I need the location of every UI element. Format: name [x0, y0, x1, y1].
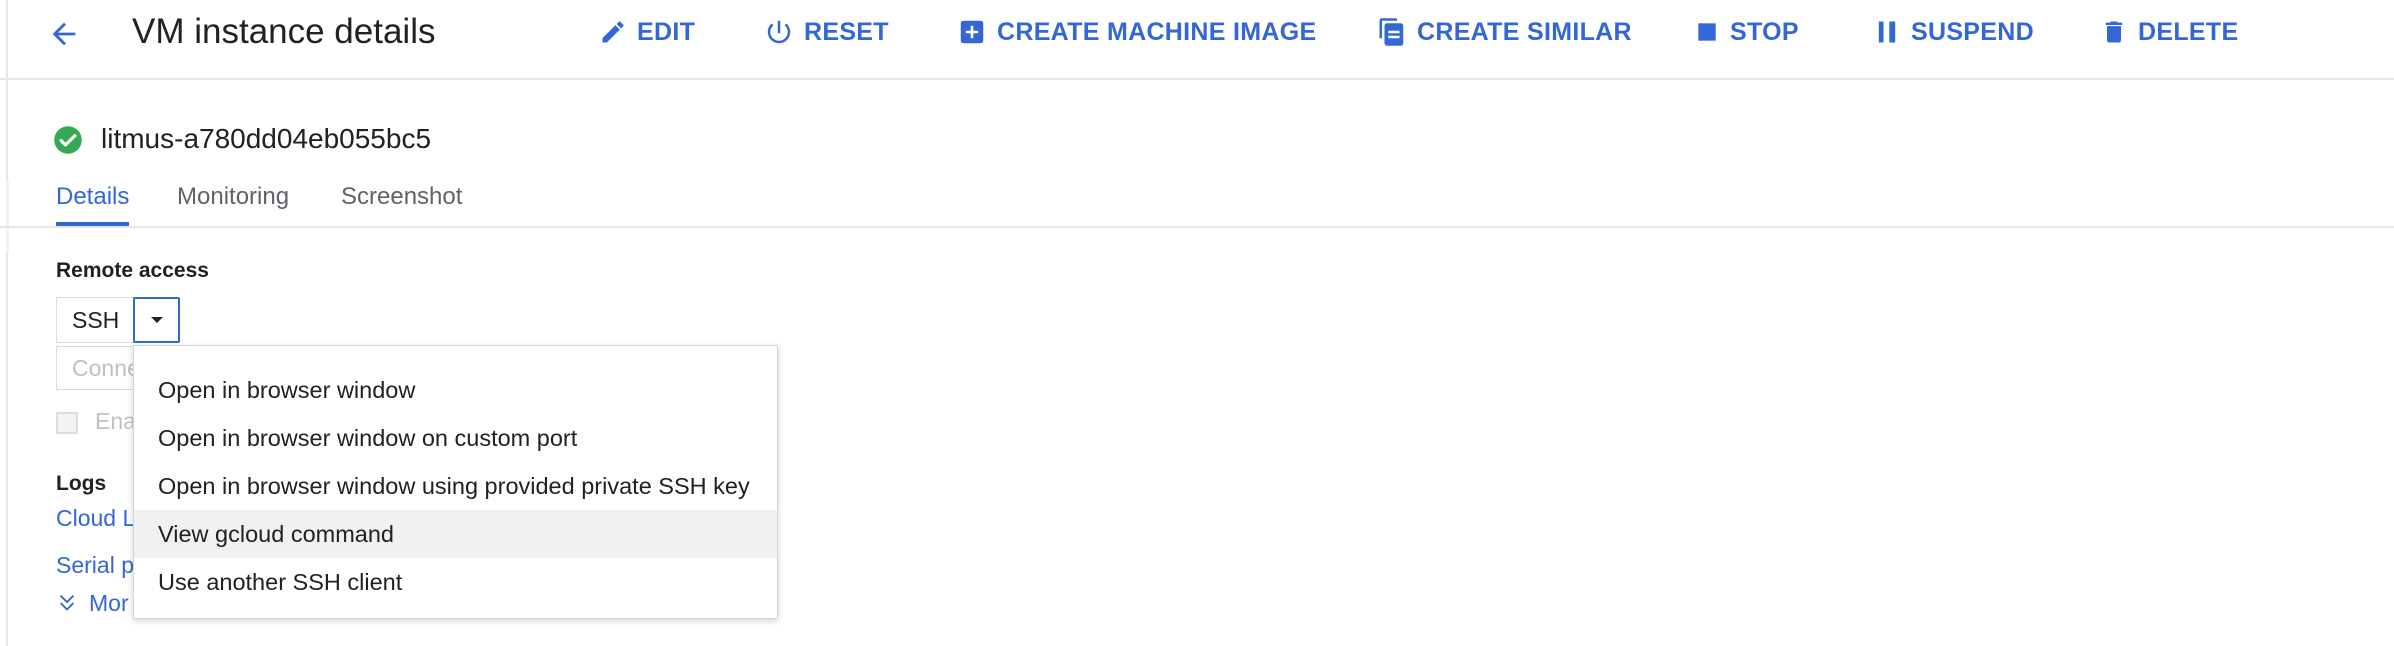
ssh-button[interactable]: SSH — [56, 297, 134, 343]
caret-down-icon — [150, 317, 163, 323]
power-icon — [767, 20, 791, 44]
delete-button[interactable]: DELETE — [2100, 12, 2238, 52]
logs-label: Logs — [56, 472, 107, 495]
remote-access-label: Remote access — [56, 259, 209, 282]
pause-icon — [1878, 21, 1896, 43]
cloud-logging-link[interactable]: Cloud L — [56, 505, 135, 532]
menu-item-another-ssh-client[interactable]: Use another SSH client — [134, 558, 777, 606]
create-similar-label: CREATE SIMILAR — [1417, 17, 1632, 46]
check-circle-icon — [54, 126, 82, 154]
back-button[interactable] — [44, 14, 84, 54]
create-similar-button[interactable]: CREATE SIMILAR — [1377, 12, 1632, 52]
stop-button-label: STOP — [1730, 17, 1799, 46]
create-machine-image-label: CREATE MACHINE IMAGE — [997, 17, 1317, 46]
left-rail-divider — [6, 0, 8, 646]
menu-item-view-gcloud-command[interactable]: View gcloud command — [134, 510, 777, 558]
tab-monitoring[interactable]: Monitoring — [177, 182, 289, 212]
page-header: VM instance details EDIT RESET CREATE MA… — [0, 0, 2394, 80]
delete-button-label: DELETE — [2138, 17, 2239, 46]
active-tab-indicator — [56, 222, 129, 226]
enable-checkbox-label: Ena — [95, 408, 136, 434]
enable-checkbox[interactable] — [56, 412, 78, 434]
suspend-button-label: SUSPEND — [1911, 17, 2034, 46]
edit-button[interactable]: EDIT — [599, 12, 695, 52]
reset-button[interactable]: RESET — [764, 12, 889, 52]
vm-instance-details-page: VM instance details EDIT RESET CREATE MA… — [0, 0, 2394, 646]
arrow-back-icon — [52, 22, 76, 46]
menu-item-open-browser-private-key[interactable]: Open in browser window using provided pr… — [134, 462, 777, 510]
trash-icon — [2105, 21, 2123, 43]
serial-port-link[interactable]: Serial p — [56, 552, 134, 579]
create-machine-image-button[interactable]: CREATE MACHINE IMAGE — [957, 12, 1316, 52]
double-chevron-down-icon — [59, 595, 75, 611]
suspend-button[interactable]: SUSPEND — [1873, 12, 2034, 52]
stop-icon — [1698, 23, 1716, 41]
edit-button-label: EDIT — [637, 17, 696, 46]
reset-button-label: RESET — [804, 17, 889, 46]
page-title: VM instance details — [132, 12, 436, 51]
ssh-options-menu: Open in browser window Open in browser w… — [133, 345, 778, 619]
instance-name: litmus-a780dd04eb055bc5 — [101, 123, 432, 154]
tab-details[interactable]: Details — [56, 182, 129, 212]
menu-item-open-browser[interactable]: Open in browser window — [134, 366, 777, 414]
ssh-dropdown-toggle[interactable] — [133, 297, 180, 343]
stop-button[interactable]: STOP — [1694, 12, 1799, 52]
pencil-icon — [602, 21, 624, 43]
tab-screenshot[interactable]: Screenshot — [341, 182, 462, 212]
menu-item-open-browser-custom-port[interactable]: Open in browser window on custom port — [134, 414, 777, 462]
tab-bar: Details Monitoring Screenshot — [0, 170, 2394, 228]
more-link[interactable]: Mor — [89, 590, 129, 617]
add-box-icon — [960, 20, 984, 44]
copy-icon — [1379, 18, 1404, 46]
